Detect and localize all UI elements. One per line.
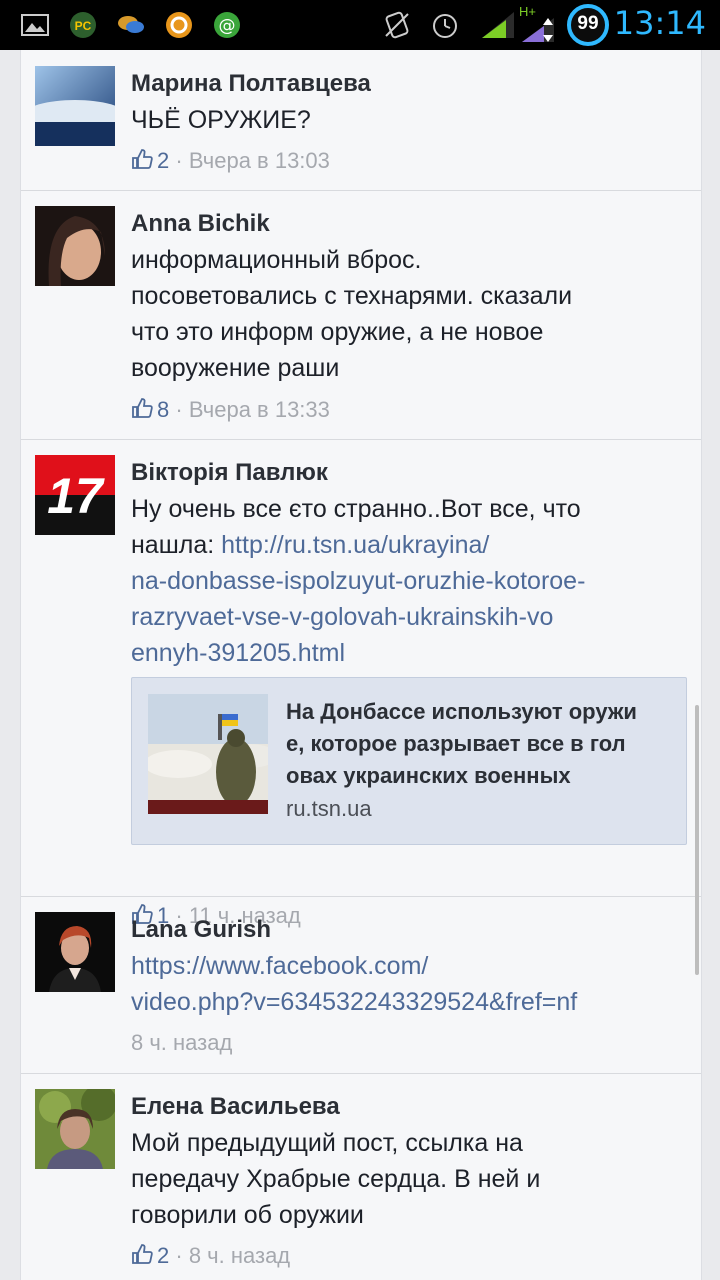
data-arrows-icon [522, 18, 554, 42]
comment-text: Мой предыдущий пост, ссылка на передачу … [131, 1129, 541, 1229]
comment-author[interactable]: Lana Gurish [131, 916, 271, 944]
comment-item: 17 Вікторія Павлюк Ну очень все єто стра… [21, 439, 701, 928]
like-count[interactable]: 2 [157, 1243, 169, 1268]
comment-time: · Вчера в 13:33 [175, 397, 330, 422]
comment-link[interactable]: video.php?v=634532243329524&fref=nf [131, 984, 691, 1020]
at-app-icon: @ [214, 12, 240, 38]
comment-link[interactable]: http://ru.tsn.ua/ukrayina/ [221, 531, 489, 559]
comment-author[interactable]: Елена Васильева [131, 1093, 340, 1121]
avatar[interactable]: 17 [35, 455, 115, 535]
comment-link[interactable]: ennyh-391205.html [131, 635, 691, 671]
avatar[interactable] [35, 206, 115, 286]
comment-item: Марина Полтавцева ЧЬЁ ОРУЖИЕ? 2 · Вчера … [21, 50, 701, 191]
battery-percent: 99 [577, 13, 599, 34]
link-preview-card[interactable]: На Донбассе используют оружи е, которое … [131, 677, 687, 845]
link-preview-domain: ru.tsn.ua [286, 796, 372, 821]
like-icon[interactable] [131, 1243, 153, 1265]
battery-icon: 99 [566, 3, 610, 47]
comment-time: 8 ч. назад [131, 1030, 233, 1055]
status-bar: PC @ H+ 99 13:14 [0, 0, 720, 50]
comment-item: Anna Bichik информационный вброс. посове… [21, 190, 701, 440]
link-preview-image [148, 694, 268, 814]
gallery-icon [21, 14, 49, 36]
ok-app-icon [166, 12, 192, 38]
comment-meta: 2 · 8 ч. назад [131, 1243, 290, 1269]
scrollbar[interactable] [695, 705, 699, 975]
comment-link[interactable]: https://www.facebook.com/ [131, 948, 691, 984]
comment-author[interactable]: Вікторія Павлюк [131, 459, 328, 487]
avatar-text: 17 [47, 468, 103, 524]
clock: 13:14 [613, 4, 706, 42]
comment-text: информационный вброс. посоветовались с т… [131, 246, 573, 382]
comment-time: · Вчера в 13:03 [175, 148, 330, 173]
signal-icon [482, 12, 514, 38]
comment-author[interactable]: Марина Полтавцева [131, 70, 371, 98]
alarm-icon [433, 14, 457, 38]
avatar[interactable] [35, 66, 115, 146]
like-icon[interactable] [131, 397, 153, 419]
comment-author[interactable]: Anna Bichik [131, 210, 270, 238]
comment-link[interactable]: razryvaet-vse-v-golovah-ukrainskih-vo [131, 599, 691, 635]
comments-feed[interactable]: Марина Полтавцева ЧЬЁ ОРУЖИЕ? 2 · Вчера … [20, 50, 702, 1280]
like-count[interactable]: 8 [157, 397, 169, 422]
comment-link[interactable]: na-donbasse-ispolzuyut-oruzhie-kotoroe- [131, 563, 691, 599]
comment-text: Ну очень все єто странно..Вот все, что н… [131, 491, 691, 671]
avatar[interactable] [35, 912, 115, 992]
pc-app-icon: PC [70, 12, 96, 38]
avatar[interactable] [35, 1089, 115, 1169]
svg-text:PC: PC [75, 19, 92, 33]
link-preview-title: На Донбассе используют оружи е, которое … [286, 699, 637, 788]
no-sound-icon [385, 11, 409, 39]
comment-text: https://www.facebook.com/ video.php?v=63… [131, 948, 691, 1020]
comment-item: Lana Gurish https://www.facebook.com/ vi… [21, 896, 701, 1074]
comment-meta: 2 · Вчера в 13:03 [131, 148, 330, 174]
comment-time: · 8 ч. назад [175, 1243, 291, 1268]
comment-item: Елена Васильева Мой предыдущий пост, ссы… [21, 1073, 701, 1280]
like-count[interactable]: 2 [157, 148, 169, 173]
like-icon[interactable] [131, 148, 153, 170]
comment-meta: 8 · Вчера в 13:33 [131, 397, 330, 423]
comment-meta: 8 ч. назад [131, 1030, 232, 1056]
comment-text: ЧЬЁ ОРУЖИЕ? [131, 106, 311, 134]
chat-app-icon [118, 16, 144, 33]
svg-text:@: @ [219, 16, 236, 36]
